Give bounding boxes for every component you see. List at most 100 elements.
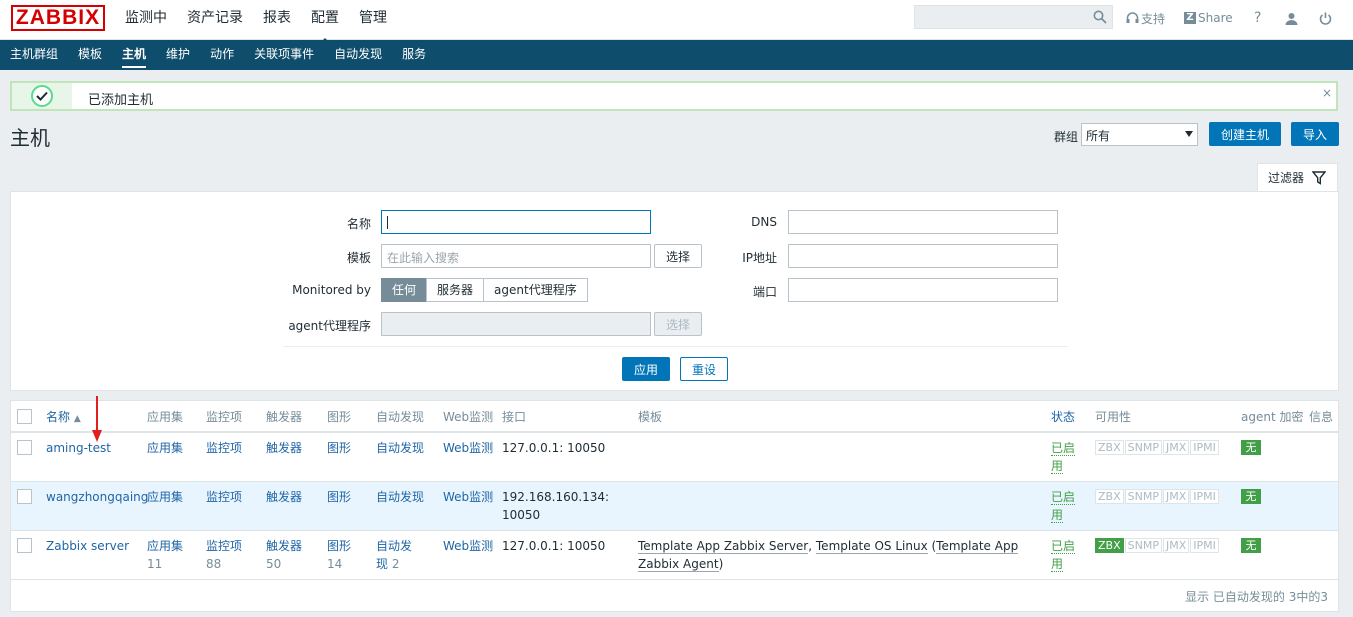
subnav-maintenance[interactable]: 维护 — [156, 40, 200, 70]
nav-monitoring[interactable]: 监测中 — [115, 0, 177, 40]
subnav-correlation[interactable]: 关联项事件 — [244, 40, 324, 70]
graphs-link[interactable]: 图形 — [327, 439, 351, 457]
ipmi-badge: IPMI — [1190, 538, 1219, 553]
ipmi-badge: IPMI — [1190, 440, 1219, 455]
web-link[interactable]: Web监测 — [443, 537, 493, 555]
items-link[interactable]: 监控项 — [206, 488, 242, 506]
filter-port-input[interactable] — [788, 278, 1058, 302]
success-message: 已添加主机 × — [10, 81, 1338, 111]
template-link[interactable]: Template App Zabbix Server — [638, 539, 809, 554]
subnav-hosts[interactable]: 主机 — [112, 40, 156, 70]
monitored-server-option[interactable]: 服务器 — [426, 278, 485, 302]
host-name-link[interactable]: wangzhongqaing — [46, 488, 148, 506]
header-availability: 可用性 — [1095, 410, 1132, 424]
template-select-button[interactable]: 选择 — [654, 244, 702, 268]
nav-reports[interactable]: 报表 — [253, 0, 301, 40]
user-profile-icon[interactable] — [1285, 0, 1298, 36]
graphs-link[interactable]: 图形 — [327, 488, 351, 506]
group-select[interactable]: 所有 — [1081, 123, 1198, 146]
triggers-link[interactable]: 触发器 — [266, 488, 302, 506]
row-checkbox[interactable] — [17, 489, 32, 504]
applications-link[interactable]: 应用集 — [147, 488, 183, 506]
row-divider — [11, 579, 1338, 580]
applications-link[interactable]: 应用集 — [147, 539, 183, 553]
share-link[interactable]: Z Share — [1184, 0, 1233, 36]
interface-value: 192.168.160.134: 10050 — [502, 490, 610, 522]
reset-button[interactable]: 重设 — [680, 357, 728, 381]
apply-button[interactable]: 应用 — [622, 357, 670, 381]
filter-port-label: 端口 — [752, 285, 777, 299]
support-link[interactable]: 支持 — [1126, 0, 1165, 36]
sign-out-icon[interactable] — [1319, 0, 1332, 36]
monitored-proxy-option[interactable]: agent代理程序 — [483, 278, 588, 302]
applications-link[interactable]: 应用集 — [147, 439, 183, 457]
status-link[interactable]: 已启用 — [1051, 537, 1077, 573]
help-icon[interactable]: ? — [1254, 0, 1261, 36]
row-checkbox[interactable] — [17, 538, 32, 553]
proxy-select-button: 选择 — [654, 312, 702, 336]
filter-template-input[interactable]: 在此输入搜索 — [381, 244, 651, 268]
status-link[interactable]: 已启用 — [1051, 488, 1077, 524]
nav-inventory[interactable]: 资产记录 — [177, 0, 253, 40]
discovery-cell: 自动发现 2 — [376, 537, 416, 573]
subnav-actions[interactable]: 动作 — [200, 40, 244, 70]
web-link[interactable]: Web监测 — [443, 488, 493, 506]
text-cursor — [387, 216, 388, 229]
monitored-any-option[interactable]: 任何 — [381, 278, 428, 302]
filter-ip-input[interactable] — [788, 244, 1058, 268]
zbx-badge: ZBX — [1095, 489, 1124, 504]
header-interface: 接口 — [502, 410, 527, 424]
graphs-link[interactable]: 图形 — [327, 539, 351, 553]
subnav-host-groups[interactable]: 主机群组 — [0, 40, 68, 70]
filter-divider — [283, 346, 1068, 347]
snmp-badge: SNMP — [1124, 489, 1162, 504]
subnav-templates[interactable]: 模板 — [68, 40, 112, 70]
availability-badges: ZBX SNMP JMX IPMI — [1095, 489, 1220, 504]
global-search-input[interactable] — [914, 5, 1113, 29]
filter-tab[interactable]: 过滤器 — [1257, 163, 1338, 191]
message-status-area — [12, 83, 72, 109]
filter-name-input[interactable] — [381, 210, 651, 234]
filter-proxy-input — [381, 312, 651, 336]
web-link[interactable]: Web监测 — [443, 439, 493, 457]
top-bar: ZABBIX 监测中 资产记录 报表 配置 管理 支持 Z Share ? — [0, 0, 1353, 45]
graphs-cell: 图形 14 — [327, 537, 359, 573]
table-footer-count: 显示 已自动发现的 3中的3 — [1185, 590, 1328, 604]
row-checkbox[interactable] — [17, 440, 32, 455]
status-link[interactable]: 已启用 — [1051, 439, 1077, 475]
filter-template-label: 模板 — [346, 251, 371, 265]
header-name[interactable]: 名称 ▲ — [46, 408, 81, 428]
table-row: wangzhongqaing 应用集 监控项 触发器 图形 自动发现 Web监测… — [11, 482, 1338, 530]
search-icon[interactable] — [1093, 10, 1107, 24]
host-name-link[interactable]: Zabbix server — [46, 537, 129, 555]
header-status[interactable]: 状态 — [1051, 408, 1075, 426]
items-link[interactable]: 监控项 — [206, 439, 242, 457]
select-all-checkbox[interactable] — [17, 409, 32, 424]
monitored-by-toggle: 任何 服务器 agent代理程序 — [381, 278, 588, 302]
subnav-discovery[interactable]: 自动发现 — [324, 40, 392, 70]
template-link[interactable]: Template OS Linux — [815, 539, 928, 554]
interface-value: 127.0.0.1: 10050 — [502, 539, 606, 553]
share-z-icon: Z — [1184, 12, 1196, 24]
status-text: 已启用 — [1051, 490, 1076, 523]
filter-dns-input[interactable] — [788, 210, 1058, 234]
snmp-badge: SNMP — [1124, 538, 1162, 553]
subnav-services[interactable]: 服务 — [392, 40, 436, 70]
discovery-link[interactable]: 自动发现 — [376, 488, 424, 506]
triggers-link[interactable]: 触发器 — [266, 539, 302, 553]
sort-asc-icon: ▲ — [73, 414, 81, 424]
create-host-button[interactable]: 创建主机 — [1209, 122, 1281, 146]
close-icon[interactable]: × — [1322, 86, 1332, 100]
nav-administration[interactable]: 管理 — [349, 0, 397, 40]
filter-dns-label: DNS — [751, 215, 777, 229]
nav-configuration[interactable]: 配置 — [301, 0, 349, 45]
triggers-link[interactable]: 触发器 — [266, 439, 302, 457]
zabbix-logo[interactable]: ZABBIX — [11, 5, 105, 31]
jmx-badge: JMX — [1162, 538, 1190, 553]
items-link[interactable]: 监控项 — [206, 539, 242, 553]
filter-monitored-label: Monitored by — [292, 283, 371, 297]
discovery-link[interactable]: 自动发现 — [376, 439, 424, 457]
support-label: 支持 — [1141, 11, 1166, 26]
availability-badges: ZBX SNMP JMX IPMI — [1095, 440, 1220, 455]
import-button[interactable]: 导入 — [1291, 122, 1339, 146]
